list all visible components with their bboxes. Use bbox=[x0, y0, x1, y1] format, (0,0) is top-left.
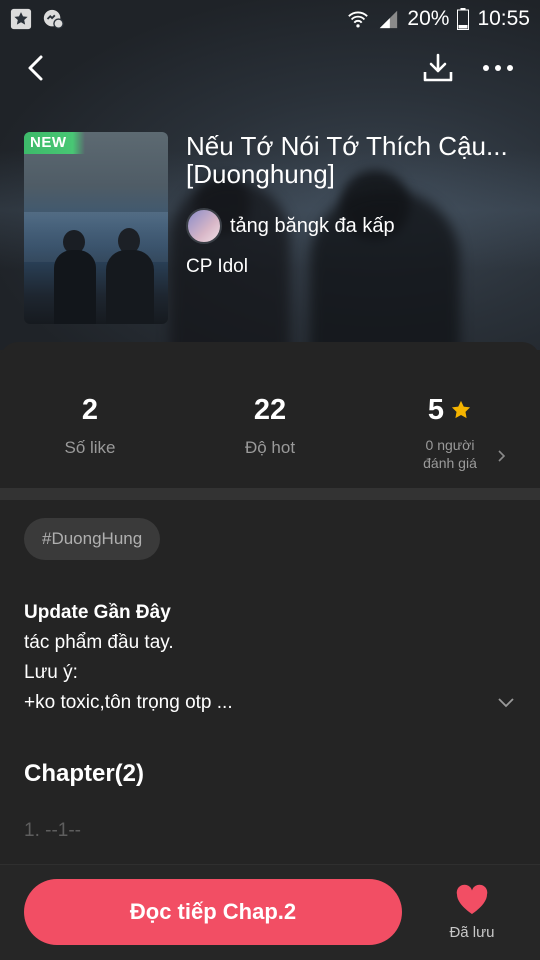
back-button[interactable] bbox=[18, 50, 54, 86]
author-link[interactable]: tảng băngk đa kấp bbox=[186, 208, 395, 244]
back-arrow-icon bbox=[28, 55, 43, 81]
stat-hot: 22 Độ hot bbox=[200, 392, 340, 458]
description-line: tác phẩm đầu tay. bbox=[24, 632, 174, 653]
clock: 10:55 bbox=[477, 7, 530, 30]
stat-likes: 2 Số like bbox=[20, 392, 160, 458]
new-badge: NEW bbox=[24, 132, 85, 154]
hot-label: Độ hot bbox=[244, 438, 296, 457]
messenger-notification-icon bbox=[43, 9, 64, 29]
author-name: tảng băngk đa kấp bbox=[230, 214, 395, 237]
battery-icon bbox=[457, 8, 470, 30]
likes-label: Số like bbox=[64, 438, 116, 457]
more-dots-icon bbox=[483, 65, 513, 71]
battery-percent: 20% bbox=[407, 7, 450, 30]
description-line: Lưu ý: bbox=[24, 662, 78, 683]
story-category[interactable]: CP Idol bbox=[186, 256, 248, 278]
description-line: +ko toxic,tôn trọng otp ... bbox=[24, 692, 233, 713]
story-cover[interactable] bbox=[24, 132, 168, 324]
section-divider bbox=[0, 488, 540, 500]
chapter-section-title: Chapter(2) bbox=[24, 760, 145, 787]
hot-count: 22 bbox=[253, 394, 287, 426]
chevron-down-icon[interactable] bbox=[494, 690, 518, 714]
description-heading: Update Gần Đây bbox=[24, 602, 171, 623]
save-label: Đã lưu bbox=[449, 924, 495, 941]
star-notification-icon bbox=[10, 8, 32, 30]
download-icon bbox=[423, 53, 453, 82]
star-icon bbox=[451, 400, 471, 419]
story-title: Nếu Tớ Nói Tớ Thích Cậu... [Duonghung] bbox=[186, 131, 508, 189]
more-options-button[interactable] bbox=[478, 50, 518, 86]
chapter-item[interactable]: 1. --1-- bbox=[24, 820, 81, 842]
wifi-icon bbox=[348, 11, 369, 28]
download-button[interactable] bbox=[420, 50, 456, 86]
description: Update Gần Đây tác phẩm đầu tay. Lưu ý: … bbox=[24, 598, 484, 718]
tag-chip[interactable]: #DuongHung bbox=[24, 518, 161, 560]
author-avatar bbox=[186, 208, 222, 244]
save-button[interactable]: Đã lưu bbox=[432, 884, 512, 941]
heart-icon bbox=[456, 884, 488, 914]
continue-reading-button[interactable]: Đọc tiếp Chap.2 bbox=[24, 879, 402, 945]
likes-count: 2 bbox=[81, 394, 99, 426]
chevron-right-icon[interactable] bbox=[494, 448, 510, 464]
signal-icon bbox=[380, 10, 398, 29]
top-bar bbox=[0, 46, 540, 92]
status-bar: 20% 10:55 bbox=[0, 0, 540, 38]
rating-value: 5 bbox=[427, 394, 445, 426]
